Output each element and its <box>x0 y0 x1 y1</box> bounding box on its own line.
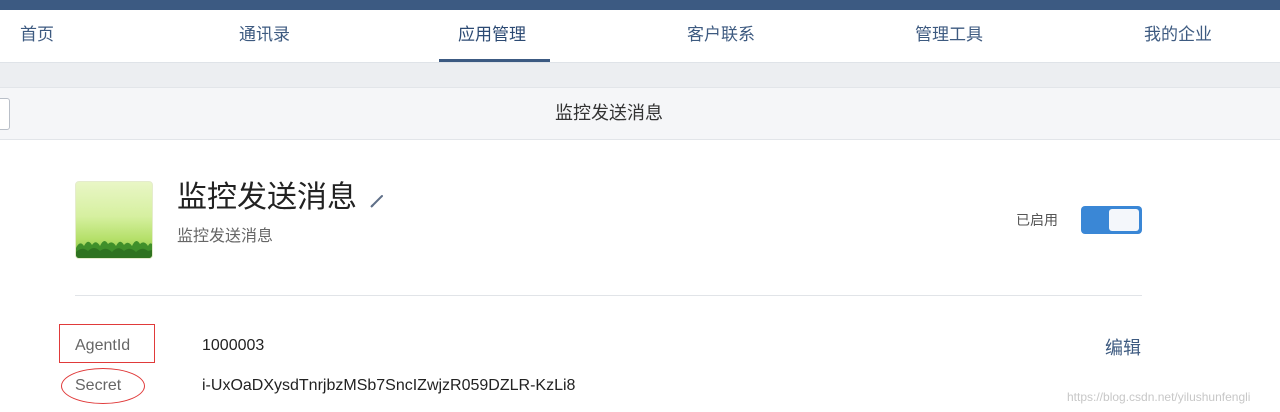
agentid-label: AgentId <box>75 337 131 354</box>
nav-item-home[interactable]: 首页 <box>20 10 54 60</box>
secret-label: Secret <box>75 377 122 394</box>
nav-item-my-company[interactable]: 我的企业 <box>1144 10 1212 60</box>
sub-header: 监控发送消息 <box>0 87 1280 140</box>
app-description: 监控发送消息 <box>177 226 274 245</box>
top-bar <box>0 0 1280 10</box>
nav-item-app-management[interactable]: 应用管理 <box>458 10 526 60</box>
nav-item-contacts[interactable]: 通讯录 <box>239 10 290 60</box>
spacer-band <box>0 63 1280 87</box>
status-label: 已启用 <box>1016 213 1058 229</box>
section-divider <box>75 295 1142 296</box>
enable-toggle[interactable] <box>1081 206 1142 234</box>
watermark: https://blog.csdn.net/yilushunfengli <box>1067 390 1251 404</box>
edit-link[interactable]: 编辑 <box>1105 334 1141 360</box>
app-icon <box>75 181 153 259</box>
nav-item-management-tools[interactable]: 管理工具 <box>915 10 983 60</box>
agentid-value: 1000003 <box>202 337 265 354</box>
toggle-knob <box>1109 209 1139 231</box>
pencil-icon[interactable] <box>369 191 387 209</box>
nav-item-customer-contact[interactable]: 客户联系 <box>687 10 755 60</box>
grass-decoration <box>76 240 152 258</box>
page-title: 监控发送消息 <box>555 103 663 124</box>
nav-active-indicator <box>439 59 550 62</box>
main-nav: 首页 通讯录 应用管理 客户联系 管理工具 我的企业 <box>0 10 1280 63</box>
app-name: 监控发送消息 <box>177 180 357 215</box>
secret-value: i-UxOaDXysdTnrjbzMSb7SncIZwjzR059DZLR-Kz… <box>202 377 576 394</box>
